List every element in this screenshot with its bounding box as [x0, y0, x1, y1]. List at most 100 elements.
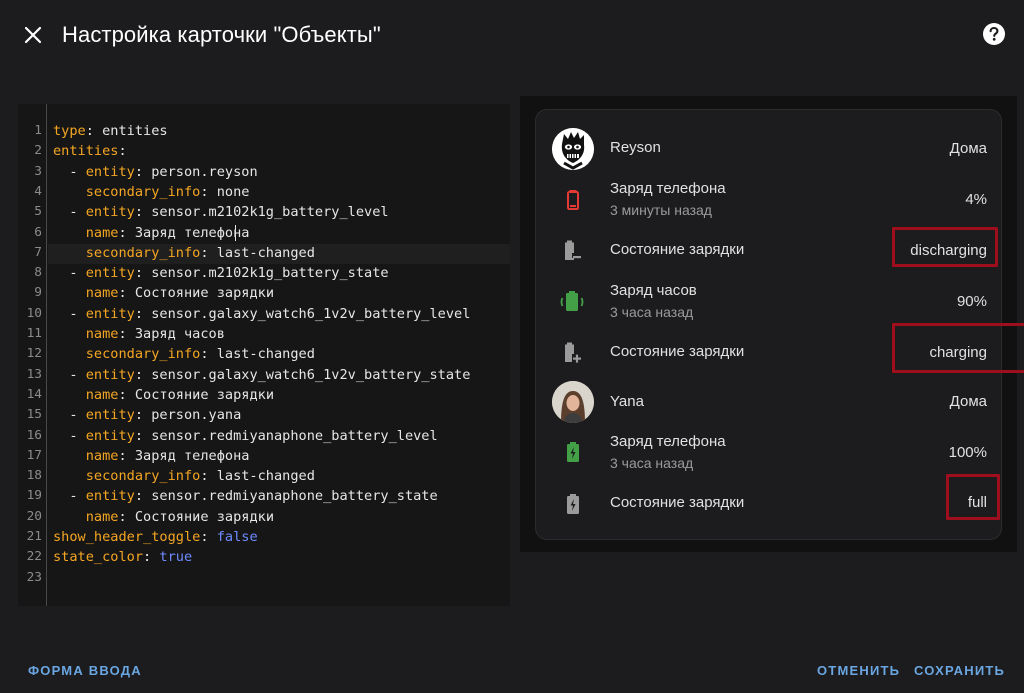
- yaml-key: name: [85, 447, 119, 464]
- entity-name: Состояние зарядки: [610, 494, 745, 511]
- yaml-key: entity: [85, 407, 135, 424]
- line-number: 15: [26, 407, 42, 423]
- code-line-3: - entity: person.reyson: [53, 163, 258, 180]
- line-number: 9: [34, 285, 42, 301]
- yaml-key: entity: [85, 427, 135, 444]
- avatar-image: [552, 128, 594, 170]
- entity-row-phone-battery[interactable]: Заряд телефона 3 минуты назад 4%: [536, 174, 1003, 224]
- cancel-button[interactable]: ОТМЕНИТЬ: [817, 663, 900, 678]
- yaml-key: secondary_info: [85, 183, 201, 200]
- yaml-key: secondary_info: [85, 346, 201, 363]
- code-line-20: name: Состояние зарядки: [85, 508, 275, 525]
- yaml-bool-value: true: [159, 549, 193, 566]
- avatar-image: [552, 381, 594, 423]
- yaml-code-editor[interactable]: 1 2 3 4 5 6 7 8 9 10 11 12 13 14 15 16 17 18 19 20 21 22 23 ty…: [18, 104, 510, 606]
- line-number: 17: [26, 447, 42, 463]
- code-line-15: - entity: person.yana: [53, 407, 242, 424]
- code-line-19: - entity: sensor.redmiyanaphone_battery_…: [53, 488, 438, 505]
- yaml-key: name: [85, 326, 119, 342]
- code-line-21: show_header_toggle: false: [53, 529, 258, 545]
- close-button[interactable]: [18, 20, 48, 50]
- code-line-8: - entity: sensor.m2102k1g_battery_state: [53, 265, 389, 282]
- entity-name: Состояние зарядки: [610, 343, 745, 360]
- dialog-title: Настройка карточки "Объекты": [62, 22, 381, 47]
- yaml-value: entities: [93, 123, 168, 139]
- yaml-key: secondary_info: [85, 244, 201, 261]
- yaml-value: Заряд часов: [126, 326, 225, 342]
- entity-secondary-info: 3 минуты назад: [610, 202, 712, 218]
- entity-row-watch-battery[interactable]: Заряд часов 3 часа назад 90%: [536, 276, 1003, 326]
- yaml-value: none: [208, 183, 250, 200]
- entity-secondary-info: 3 часа назад: [610, 304, 694, 320]
- battery-plus-icon: [552, 332, 594, 374]
- help-icon: [983, 23, 1005, 45]
- code-line-11: name: Заряд часов: [85, 326, 225, 342]
- entity-name: Заряд телефона: [610, 180, 726, 197]
- yaml-key: name: [85, 224, 119, 241]
- entity-state: 4%: [965, 191, 987, 208]
- yaml-value: last-changed: [208, 346, 315, 363]
- yaml-value: Заряд телефона: [126, 447, 250, 464]
- yaml-key: show_header_toggle: [53, 529, 201, 545]
- entity-name: Заряд телефона: [610, 433, 726, 450]
- line-number: 21: [26, 529, 42, 544]
- help-button[interactable]: [981, 21, 1007, 47]
- yaml-value: sensor.m2102k1g_battery_state: [143, 265, 389, 282]
- battery-minus-icon: [552, 230, 594, 272]
- line-number: 13: [26, 366, 42, 382]
- line-number-gutter: 1 2 3 4 5 6 7 8 9 10 11 12 13 14 15 16 17 18 19 20 21 22 23: [18, 104, 47, 606]
- yaml-key: entity: [85, 265, 135, 282]
- yaml-value: last-changed: [208, 468, 315, 485]
- code-line-13: - entity: sensor.galaxy_watch6_1v2v_batt…: [53, 366, 471, 383]
- entity-state: Дома: [949, 140, 987, 157]
- yaml-key: entities: [53, 143, 119, 160]
- code-line-17: name: Заряд телефона: [85, 447, 250, 464]
- code-line-2: entities:: [53, 143, 127, 160]
- yaml-value: last-changed: [208, 244, 315, 261]
- card-editor-dialog: Настройка карточки "Объекты" 1 2 3 4 5 6 7 8 9 10…: [0, 0, 1024, 693]
- yaml-value: Состояние зарядки: [126, 285, 275, 302]
- line-number: 16: [26, 427, 42, 443]
- line-number: 19: [26, 488, 42, 504]
- yaml-key: type: [53, 123, 86, 139]
- code-line-7: secondary_info: last-changed: [85, 244, 315, 261]
- yaml-value: sensor.m2102k1g_battery_level: [143, 204, 389, 221]
- yaml-key: name: [85, 508, 119, 525]
- highlight-box-discharging: [892, 227, 998, 267]
- dialog-header: Настройка карточки "Объекты": [0, 0, 1024, 70]
- yaml-value: Состояние зарядки: [126, 386, 275, 403]
- code-line-18: secondary_info: last-changed: [85, 468, 315, 485]
- code-line-5: - entity: sensor.m2102k1g_battery_level: [53, 204, 389, 221]
- yaml-key: entity: [85, 305, 135, 322]
- yaml-key: entity: [85, 204, 135, 221]
- code-line-14: name: Состояние зарядки: [85, 386, 275, 403]
- entity-state: 100%: [948, 444, 987, 461]
- code-line-4: secondary_info: none: [85, 183, 250, 200]
- entity-row-yana-phone-battery[interactable]: Заряд телефона 3 часа назад 100%: [536, 426, 1003, 476]
- person-avatar-yana: [552, 381, 594, 423]
- code-line-22: state_color: true: [53, 549, 193, 566]
- entity-row-yana-charge-state[interactable]: Состояние зарядки full: [536, 478, 1003, 528]
- form-mode-button[interactable]: ФОРМА ВВОДА: [28, 663, 142, 678]
- save-button[interactable]: СОХРАНИТЬ: [914, 663, 1005, 678]
- highlight-box-full: [946, 474, 1000, 520]
- entity-row-person-reyson[interactable]: Reyson Дома: [536, 123, 1003, 173]
- yaml-value: sensor.redmiyanaphone_battery_state: [143, 488, 438, 505]
- code-line-1: type: entities: [53, 123, 168, 139]
- code-line-16: - entity: sensor.redmiyanaphone_battery_…: [53, 427, 438, 444]
- entity-name: Yana: [610, 393, 644, 410]
- line-number: 5: [34, 204, 42, 220]
- line-number: 2: [34, 143, 42, 159]
- line-number: 12: [26, 346, 42, 362]
- yaml-key: entity: [85, 366, 135, 383]
- yaml-value: sensor.redmiyanaphone_battery_level: [143, 427, 438, 444]
- yaml-key: entity: [85, 488, 135, 505]
- entity-row-person-yana[interactable]: Yana Дома: [536, 376, 1003, 426]
- line-number: 20: [26, 508, 42, 524]
- entity-state: 90%: [956, 293, 987, 310]
- code-line-6: name: Заряд телефона: [85, 224, 250, 241]
- yaml-key: name: [85, 285, 119, 302]
- entity-name: Состояние зарядки: [610, 241, 745, 258]
- yaml-value: Состояние зарядки: [126, 508, 275, 525]
- line-number: 4: [34, 183, 42, 199]
